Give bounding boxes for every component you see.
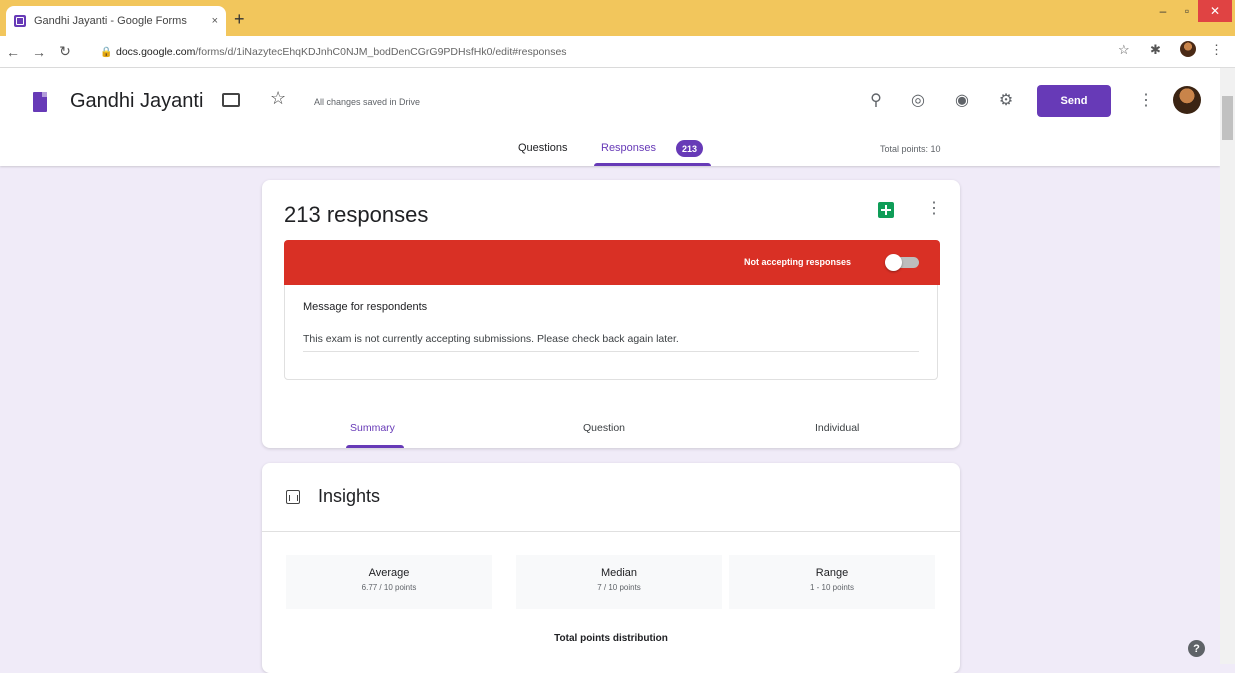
bookmark-star-icon[interactable]: ☆: [1118, 42, 1130, 58]
reload-icon[interactable]: ↻: [52, 43, 78, 60]
address-bar-row: ← → ↻ 🔒 docs.google.com /forms/d/1iNazyt…: [0, 36, 1235, 68]
scrollbar-thumb[interactable]: [1222, 96, 1233, 140]
profile-avatar[interactable]: [1180, 41, 1196, 57]
browser-menu-icon[interactable]: ⋮: [1210, 42, 1223, 58]
stat-median-label: Median: [600, 567, 638, 579]
close-window-button[interactable]: ✕: [1198, 0, 1232, 22]
star-icon[interactable]: ☆: [270, 88, 286, 109]
stat-range: Range 1 - 10 points: [729, 555, 935, 609]
back-icon[interactable]: ←: [0, 44, 26, 60]
stat-median: Median 7 / 10 points: [516, 555, 722, 609]
message-label: Message for respondents: [303, 301, 428, 313]
responses-card: 213 responses ⋮ Not accepting responses …: [262, 180, 960, 448]
new-tab-button[interactable]: +: [234, 9, 245, 30]
browser-tab-strip: Gandhi Jayanti - Google Forms × + ‒ ▫ ✕: [0, 0, 1235, 36]
folder-icon[interactable]: [222, 93, 240, 107]
toggle-knob: [885, 254, 902, 271]
divider: [262, 531, 960, 532]
stat-average-label: Average: [368, 567, 410, 579]
saved-status: All changes saved in Drive: [314, 97, 421, 107]
stat-median-value: 7 / 10 points: [597, 583, 641, 592]
forward-icon[interactable]: →: [26, 44, 52, 60]
forms-favicon-icon: [14, 15, 26, 27]
extensions-icon[interactable]: ✱: [1150, 42, 1161, 58]
responses-more-icon[interactable]: ⋮: [926, 198, 942, 218]
closed-banner: Not accepting responses: [284, 240, 940, 285]
subtab-individual[interactable]: Individual: [815, 422, 859, 434]
message-field-underline: [303, 351, 919, 352]
lock-icon: 🔒: [100, 47, 113, 58]
stat-range-value: 1 - 10 points: [809, 583, 855, 592]
tab-questions[interactable]: Questions: [518, 142, 568, 154]
form-tabs: Questions Responses 213 Total points: 10: [0, 138, 1220, 166]
maximize-window-button[interactable]: ▫: [1176, 0, 1198, 22]
stat-range-label: Range: [815, 567, 849, 579]
url-field[interactable]: 🔒 docs.google.com /forms/d/1iNazytecEhqK…: [100, 40, 1100, 64]
distribution-title: Total points distribution: [554, 633, 668, 644]
palette-icon[interactable]: ◎: [908, 90, 928, 110]
browser-tab[interactable]: Gandhi Jayanti - Google Forms ×: [6, 6, 226, 36]
url-path: /forms/d/1iNazytecEhqKDJnhC0NJM_bodDenCG…: [195, 46, 567, 58]
responses-count: 213 responses: [284, 202, 429, 227]
stat-average-value: 6.77 / 10 points: [361, 583, 417, 592]
subtab-summary[interactable]: Summary: [350, 422, 395, 434]
addon-icon[interactable]: ⚲: [866, 90, 886, 110]
closed-notice: Not accepting responses Message for resp…: [284, 240, 940, 380]
stat-average: Average 6.77 / 10 points: [286, 555, 492, 609]
responses-count-badge: 213: [676, 140, 703, 157]
help-icon[interactable]: ?: [1188, 640, 1205, 657]
insights-icon: [286, 490, 300, 504]
preview-icon[interactable]: ◉: [952, 90, 972, 110]
active-tab-indicator: [594, 163, 711, 166]
subtab-question[interactable]: Question: [583, 422, 625, 434]
browser-tab-title: Gandhi Jayanti - Google Forms: [34, 15, 187, 27]
total-points: Total points: 10: [880, 144, 941, 154]
forms-header: Gandhi Jayanti ☆ All changes saved in Dr…: [0, 68, 1220, 166]
insights-card: Insights Average 6.77 / 10 points Median…: [262, 463, 960, 673]
page-scrollbar[interactable]: [1220, 68, 1235, 664]
form-title[interactable]: Gandhi Jayanti: [70, 90, 203, 113]
minimize-window-button[interactable]: ‒: [1150, 0, 1176, 22]
settings-icon[interactable]: ⚙: [996, 90, 1016, 110]
avatar[interactable]: [1173, 86, 1201, 114]
more-icon[interactable]: ⋮: [1138, 90, 1154, 110]
accepting-responses-toggle[interactable]: [885, 254, 919, 271]
sheets-icon[interactable]: [878, 202, 894, 218]
tab-responses[interactable]: Responses: [601, 142, 656, 154]
not-accepting-label: Not accepting responses: [744, 257, 852, 267]
active-subtab-indicator: [346, 445, 404, 448]
insights-title: Insights: [318, 486, 381, 506]
close-tab-icon[interactable]: ×: [212, 15, 218, 27]
forms-logo-icon[interactable]: [33, 92, 47, 112]
send-button[interactable]: Send: [1037, 85, 1111, 117]
respondent-message-field[interactable]: This exam is not currently accepting sub…: [303, 333, 679, 345]
url-host: docs.google.com: [116, 46, 196, 58]
